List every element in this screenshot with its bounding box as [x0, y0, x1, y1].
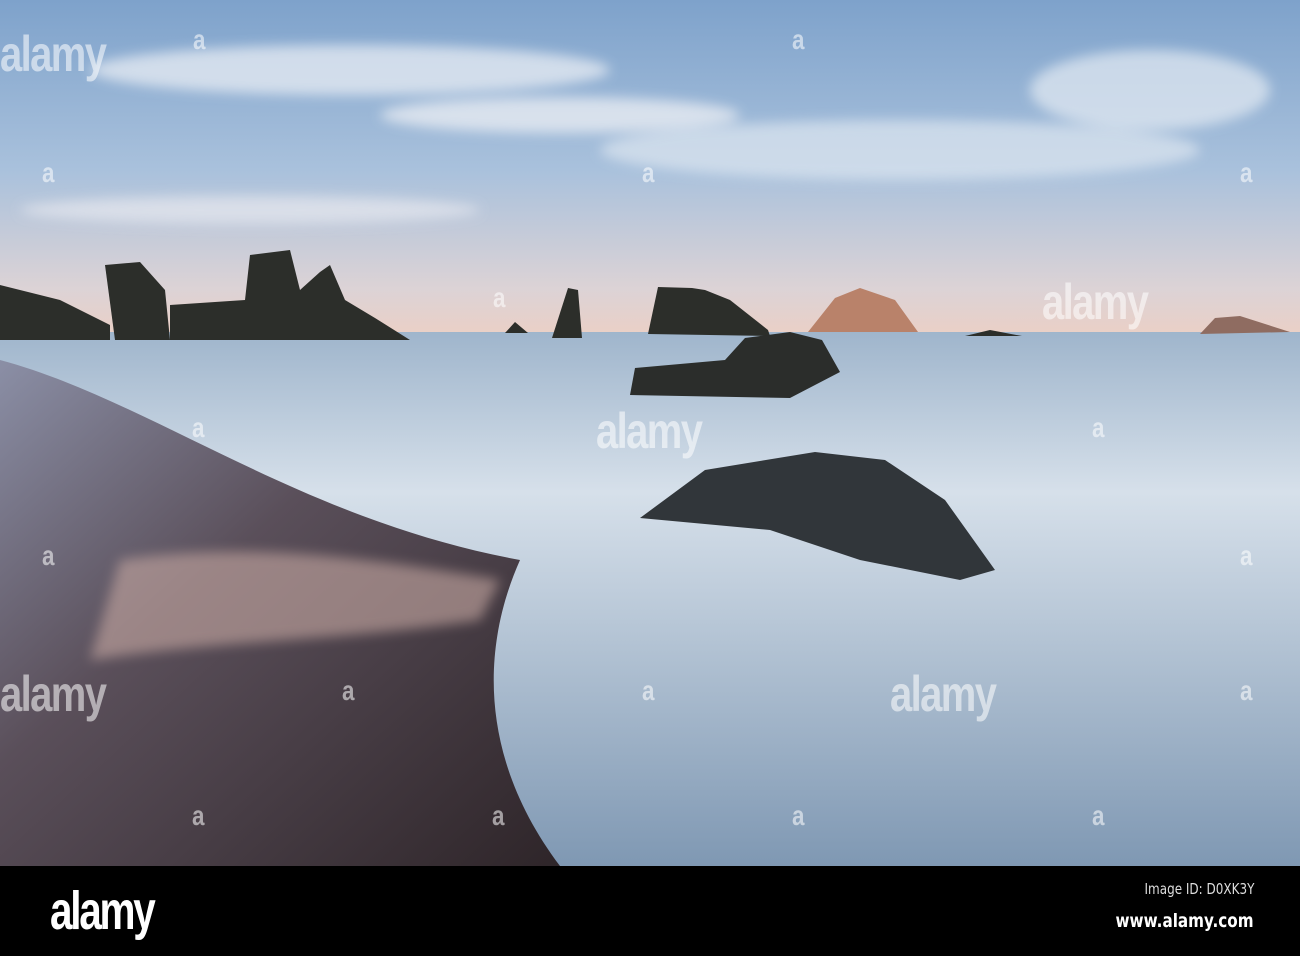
- watermark-letter: a: [42, 157, 54, 188]
- watermark-letter: a: [1240, 540, 1252, 571]
- watermark-letter: a: [1092, 800, 1104, 831]
- alamy-logo: alamy: [50, 881, 156, 941]
- watermark-letter: a: [642, 157, 654, 188]
- image-id: Image ID: D0XK3Y: [1144, 880, 1254, 898]
- watermark-letter: a: [792, 800, 804, 831]
- watermark-text: alamy: [0, 26, 107, 82]
- watermark-letter: a: [1092, 412, 1104, 443]
- watermark-letter: a: [193, 24, 205, 55]
- watermark-letter: a: [492, 800, 504, 831]
- watermark-letter: a: [42, 540, 54, 571]
- watermark-letter: a: [493, 282, 505, 313]
- watermark-letter: a: [192, 800, 204, 831]
- watermark-text: alamy: [596, 403, 703, 459]
- watermark-letter: a: [1240, 675, 1252, 706]
- watermark-letter: a: [642, 675, 654, 706]
- watermark-text: alamy: [1042, 274, 1149, 330]
- watermark-text: alamy: [890, 666, 997, 722]
- watermark-letter: a: [192, 412, 204, 443]
- watermark-letter: a: [1240, 157, 1252, 188]
- watermark-letter: a: [342, 675, 354, 706]
- stock-photo: alamy alamy alamy alamy alamy a a a a a …: [0, 0, 1300, 956]
- watermark-text: alamy: [0, 666, 107, 722]
- watermark-letter: a: [792, 24, 804, 55]
- site-url: www.alamy.com: [1115, 910, 1254, 932]
- footer-bar: alamy Image ID: D0XK3Y www.alamy.com: [0, 866, 1300, 956]
